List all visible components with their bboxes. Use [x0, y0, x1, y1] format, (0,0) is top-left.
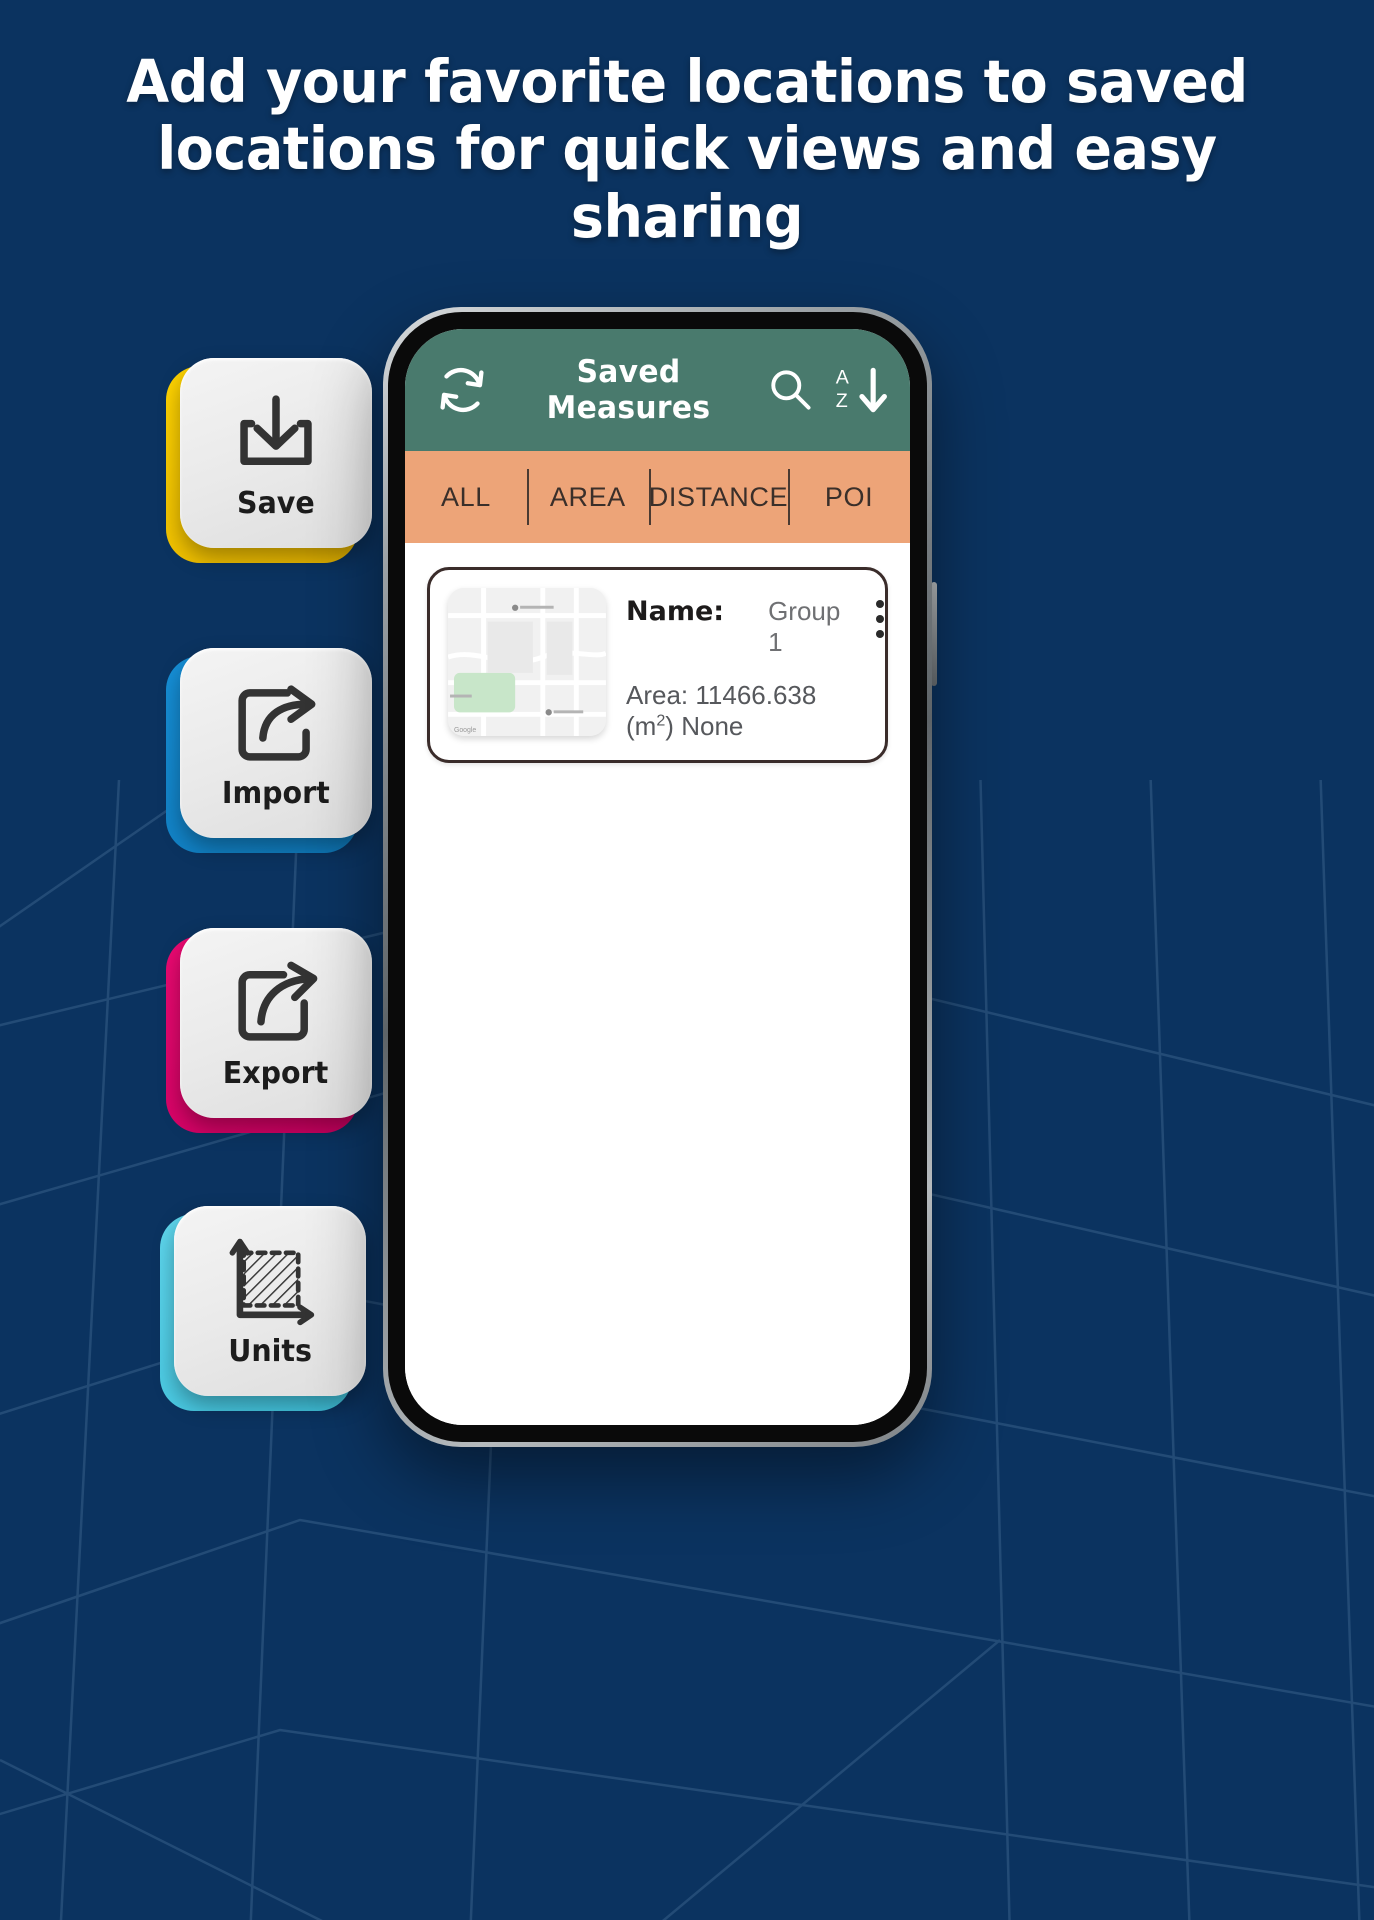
import-label: Import	[222, 775, 330, 811]
headline-line-1: Add your favorite locations to saved	[126, 47, 1248, 116]
app-title: Saved Measures	[546, 354, 711, 426]
tab-distance[interactable]: DISTANCE	[648, 451, 788, 543]
promo-screenshot: Add your favorite locations to saved loc…	[0, 0, 1374, 1920]
tab-all[interactable]: ALL	[405, 451, 527, 543]
save-label: Save	[237, 485, 315, 521]
search-icon[interactable]	[764, 362, 816, 418]
sort-az-descending-icon[interactable]: A Z	[832, 362, 887, 418]
kebab-menu-icon[interactable]	[860, 588, 900, 638]
refresh-sync-icon[interactable]	[431, 359, 493, 421]
header-actions: A Z	[764, 362, 887, 418]
units-label: Units	[228, 1333, 312, 1369]
tab-area[interactable]: AREA	[526, 451, 649, 543]
measure-details: Name: Group 1 Area: 11466.638 (m2) None	[626, 588, 840, 742]
measure-name-row: Name: Group 1	[626, 596, 840, 658]
phone-screen: Saved Measures A Z ALL AREA DISTANCE POI…	[405, 329, 910, 1425]
svg-text:Google: Google	[454, 727, 476, 734]
export-share-icon	[229, 956, 323, 1050]
feature-button-export[interactable]: Export	[158, 928, 372, 1133]
export-tile[interactable]: Export	[180, 928, 372, 1118]
feature-button-import[interactable]: Import	[158, 648, 372, 853]
save-tile[interactable]: Save	[180, 358, 372, 548]
feature-button-units[interactable]: Units	[152, 1206, 366, 1411]
svg-text:A: A	[836, 366, 850, 388]
app-header: Saved Measures A Z	[405, 329, 910, 451]
page-headline: Add your favorite locations to saved loc…	[41, 48, 1333, 250]
area-text-end: )	[665, 711, 674, 741]
feature-button-save[interactable]: Save	[158, 358, 372, 563]
filter-tabbar: ALL AREA DISTANCE POI	[405, 451, 910, 543]
phone-bezel: Saved Measures A Z ALL AREA DISTANCE POI…	[388, 312, 927, 1442]
name-value: Group 1	[768, 596, 841, 657]
import-tile[interactable]: Import	[180, 648, 372, 838]
area-unit-exponent: 2	[656, 711, 666, 730]
phone-mockup: Saved Measures A Z ALL AREA DISTANCE POI…	[383, 307, 937, 1447]
measure-note: None	[681, 711, 744, 741]
svg-text:Z: Z	[836, 390, 848, 412]
save-download-icon	[229, 386, 323, 480]
import-arrow-icon	[229, 676, 323, 770]
list-item[interactable]: Google Name: Group 1 Area: 11466.638 (m2…	[427, 567, 888, 763]
tab-poi[interactable]: POI	[788, 451, 910, 543]
phone-frame: Saved Measures A Z ALL AREA DISTANCE POI…	[383, 307, 932, 1447]
export-label: Export	[223, 1055, 329, 1091]
name-label: Name:	[626, 596, 725, 627]
saved-measures-list: Google Name: Group 1 Area: 11466.638 (m2…	[405, 543, 910, 1425]
headline-line-2: locations for quick views and easy shari…	[157, 114, 1217, 251]
map-thumbnail[interactable]: Google	[448, 588, 606, 736]
units-tile[interactable]: Units	[174, 1206, 366, 1396]
units-area-icon	[223, 1234, 317, 1328]
